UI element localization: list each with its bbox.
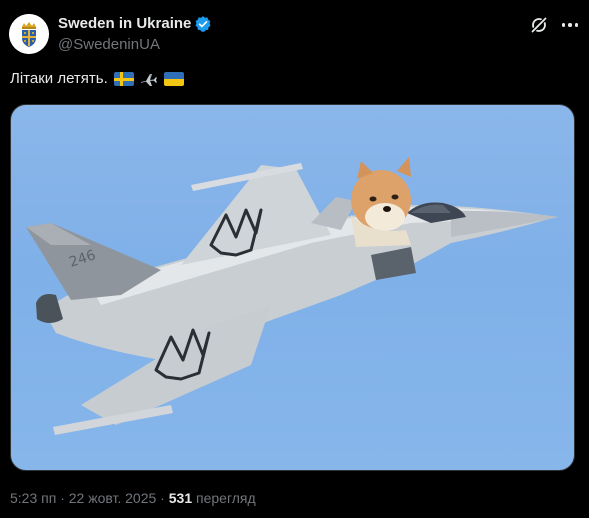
tweet-text-content: Літаки летять. [10, 70, 108, 87]
author-avatar[interactable] [9, 14, 49, 54]
sweden-flag-icon [113, 72, 134, 86]
views-count[interactable]: 531 [169, 490, 192, 506]
meta-separator: · [56, 490, 69, 506]
author-display-name[interactable]: Sweden in Ukraine [58, 15, 191, 33]
more-horizontal-icon [561, 23, 579, 27]
fighter-jet-dog-meme-image: 246 [26, 157, 559, 435]
grok-icon [530, 16, 548, 34]
airplane-icon [139, 70, 159, 88]
author-handle[interactable]: @SwedeninUA [58, 36, 160, 54]
author-name-row: Sweden in Ukraine [58, 15, 212, 33]
verified-badge-icon[interactable] [194, 15, 212, 33]
tweet-emojis [113, 70, 184, 88]
swedish-crown-emblem-icon [9, 14, 49, 54]
grok-button[interactable] [528, 14, 550, 36]
tweet-media-image[interactable]: 246 [10, 104, 575, 471]
tweet-date[interactable]: 22 жовт. 2025 [69, 490, 157, 506]
tweet-meta: 5:23 пп · 22 жовт. 2025 · 531 перегляд [10, 489, 256, 507]
ukraine-flag-icon [163, 72, 184, 86]
meta-separator: · [156, 490, 169, 506]
tweet-time[interactable]: 5:23 пп [10, 490, 56, 506]
views-label: перегляд [192, 490, 256, 506]
more-options-button[interactable] [558, 14, 582, 36]
tweet-text: Літаки летять. [10, 69, 184, 89]
tweet-card: Sweden in Ukraine @SwedeninUA Літаки лет… [0, 0, 589, 518]
